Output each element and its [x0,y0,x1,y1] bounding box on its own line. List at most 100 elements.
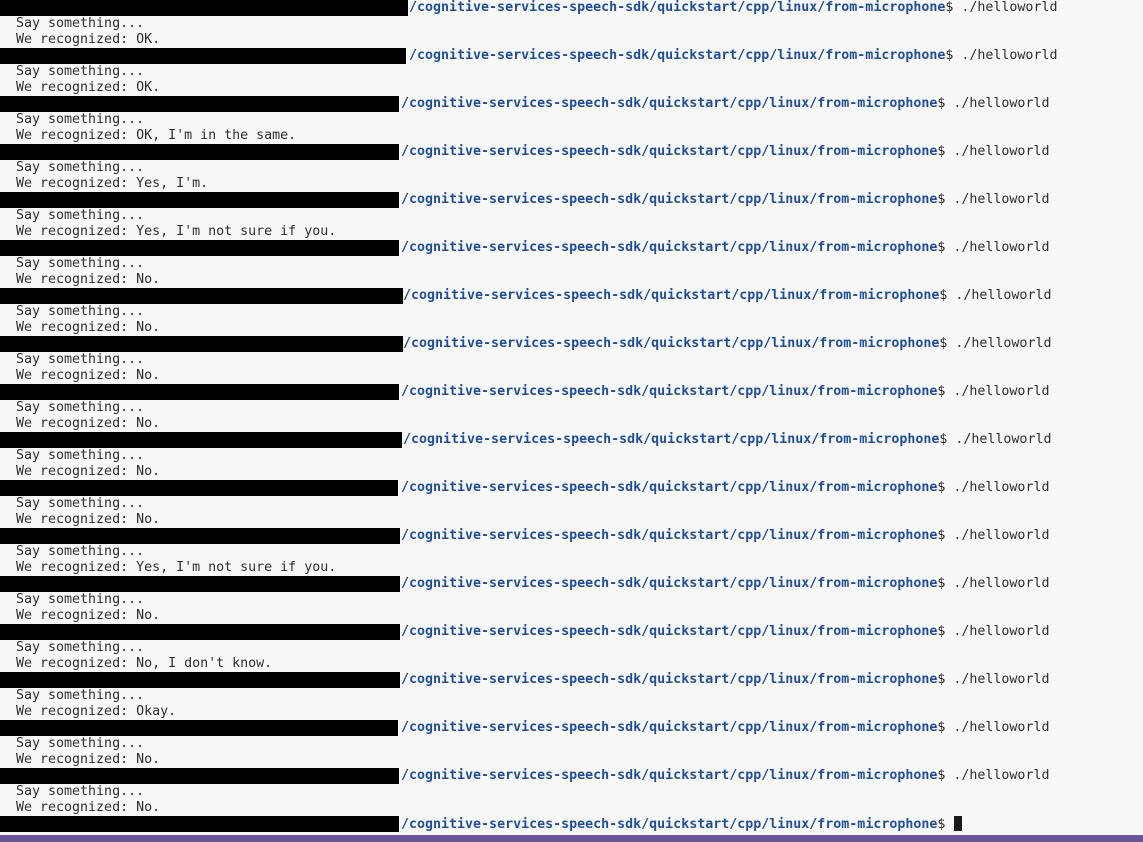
output-say-something: Say something... [16,784,145,799]
output-recognized: We recognized: Yes, I'm not sure if you. [16,560,337,575]
command-text: ./helloworld [953,672,1050,687]
prompt-line: /cognitive-services-speech-sdk/quickstar… [401,96,1049,112]
command-text: ./helloworld [953,96,1050,111]
output-say-something: Say something... [16,64,145,79]
output-say-something: Say something... [16,304,145,319]
output-say-something: Say something... [16,592,145,607]
prompt-path: /cognitive-services-speech-sdk/quickstar… [401,240,938,255]
redacted-prompt-user-host [0,624,400,640]
redacted-prompt-user-host [0,816,399,832]
prompt-dollar: $ [937,624,954,639]
command-text: ./helloworld [953,624,1050,639]
prompt-dollar: $ [937,672,954,687]
command-text: ./helloworld [953,576,1050,591]
command-text: ./helloworld [953,768,1050,783]
prompt-dollar: $ [937,768,954,783]
output-recognized: We recognized: No. [16,512,161,527]
prompt-dollar: $ [945,48,962,63]
output-recognized: We recognized: No. [16,752,161,767]
command-text: ./helloworld [955,288,1052,303]
prompt-path: /cognitive-services-speech-sdk/quickstar… [401,528,938,543]
prompt-path: /cognitive-services-speech-sdk/quickstar… [403,336,940,351]
command-text: ./helloworld [961,0,1058,15]
output-recognized: We recognized: Yes, I'm not sure if you. [16,224,337,239]
prompt-line: /cognitive-services-speech-sdk/quickstar… [403,288,1051,304]
redacted-prompt-user-host [0,720,398,736]
terminal-window[interactable]: /cognitive-services-speech-sdk/quickstar… [0,0,1143,835]
redacted-prompt-user-host [0,480,398,496]
prompt-dollar: $ [939,288,956,303]
prompt-path: /cognitive-services-speech-sdk/quickstar… [401,672,938,687]
output-recognized: We recognized: No. [16,272,161,287]
command-text: ./helloworld [953,192,1050,207]
prompt-path: /cognitive-services-speech-sdk/quickstar… [409,48,946,63]
prompt-path: /cognitive-services-speech-sdk/quickstar… [401,480,938,495]
prompt-line: /cognitive-services-speech-sdk/quickstar… [401,816,963,832]
output-recognized: We recognized: No, I don't know. [16,656,273,671]
status-bar [0,835,1143,842]
prompt-line: /cognitive-services-speech-sdk/quickstar… [401,528,1049,544]
prompt-line: /cognitive-services-speech-sdk/quickstar… [401,144,1049,160]
prompt-line: /cognitive-services-speech-sdk/quickstar… [401,672,1049,688]
output-say-something: Say something... [16,16,145,31]
redacted-prompt-user-host [0,144,399,160]
prompt-line: /cognitive-services-speech-sdk/quickstar… [401,384,1049,400]
redacted-prompt-user-host [0,336,403,352]
prompt-line: /cognitive-services-speech-sdk/quickstar… [401,768,1049,784]
prompt-path: /cognitive-services-speech-sdk/quickstar… [403,288,940,303]
prompt-line: /cognitive-services-speech-sdk/quickstar… [401,480,1049,496]
output-say-something: Say something... [16,208,145,223]
redacted-prompt-user-host [0,768,399,784]
prompt-line: /cognitive-services-speech-sdk/quickstar… [401,192,1049,208]
output-say-something: Say something... [16,640,145,655]
command-text: ./helloworld [955,336,1052,351]
output-say-something: Say something... [16,352,145,367]
prompt-path: /cognitive-services-speech-sdk/quickstar… [401,96,938,111]
output-say-something: Say something... [16,400,145,415]
redacted-prompt-user-host [0,528,400,544]
output-say-something: Say something... [16,688,145,703]
command-text: ./helloworld [961,48,1058,63]
command-text: ./helloworld [953,240,1050,255]
prompt-line: /cognitive-services-speech-sdk/quickstar… [403,336,1051,352]
prompt-path: /cognitive-services-speech-sdk/quickstar… [403,432,940,447]
prompt-path: /cognitive-services-speech-sdk/quickstar… [401,144,938,159]
output-recognized: We recognized: OK. [16,80,161,95]
output-say-something: Say something... [16,160,145,175]
prompt-dollar: $ [937,817,954,832]
prompt-path: /cognitive-services-speech-sdk/quickstar… [401,576,938,591]
prompt-line: /cognitive-services-speech-sdk/quickstar… [409,48,1057,64]
prompt-dollar: $ [937,192,954,207]
command-text: ./helloworld [953,528,1050,543]
redacted-prompt-user-host [0,288,403,304]
prompt-path: /cognitive-services-speech-sdk/quickstar… [401,624,938,639]
redacted-prompt-user-host [0,576,400,592]
output-say-something: Say something... [16,112,145,127]
prompt-dollar: $ [937,96,954,111]
prompt-line: /cognitive-services-speech-sdk/quickstar… [409,0,1057,16]
redacted-prompt-user-host [0,384,399,400]
prompt-dollar: $ [945,0,962,15]
prompt-dollar: $ [937,576,954,591]
prompt-dollar: $ [939,432,956,447]
redacted-prompt-user-host [0,672,400,688]
prompt-path: /cognitive-services-speech-sdk/quickstar… [401,720,938,735]
output-say-something: Say something... [16,256,145,271]
prompt-path: /cognitive-services-speech-sdk/quickstar… [401,768,938,783]
output-recognized: We recognized: OK, I'm in the same. [16,128,297,143]
output-say-something: Say something... [16,496,145,511]
prompt-path: /cognitive-services-speech-sdk/quickstar… [401,817,938,832]
terminal-cursor[interactable] [954,816,963,831]
output-recognized: We recognized: OK. [16,32,161,47]
output-say-something: Say something... [16,736,145,751]
prompt-path: /cognitive-services-speech-sdk/quickstar… [401,384,938,399]
command-text: ./helloworld [953,144,1050,159]
prompt-line: /cognitive-services-speech-sdk/quickstar… [401,240,1049,256]
output-say-something: Say something... [16,544,145,559]
redacted-prompt-user-host [0,48,406,64]
command-text: ./helloworld [955,432,1052,447]
output-recognized: We recognized: Yes, I'm. [16,176,209,191]
prompt-dollar: $ [937,384,954,399]
prompt-dollar: $ [939,336,956,351]
command-text: ./helloworld [953,384,1050,399]
